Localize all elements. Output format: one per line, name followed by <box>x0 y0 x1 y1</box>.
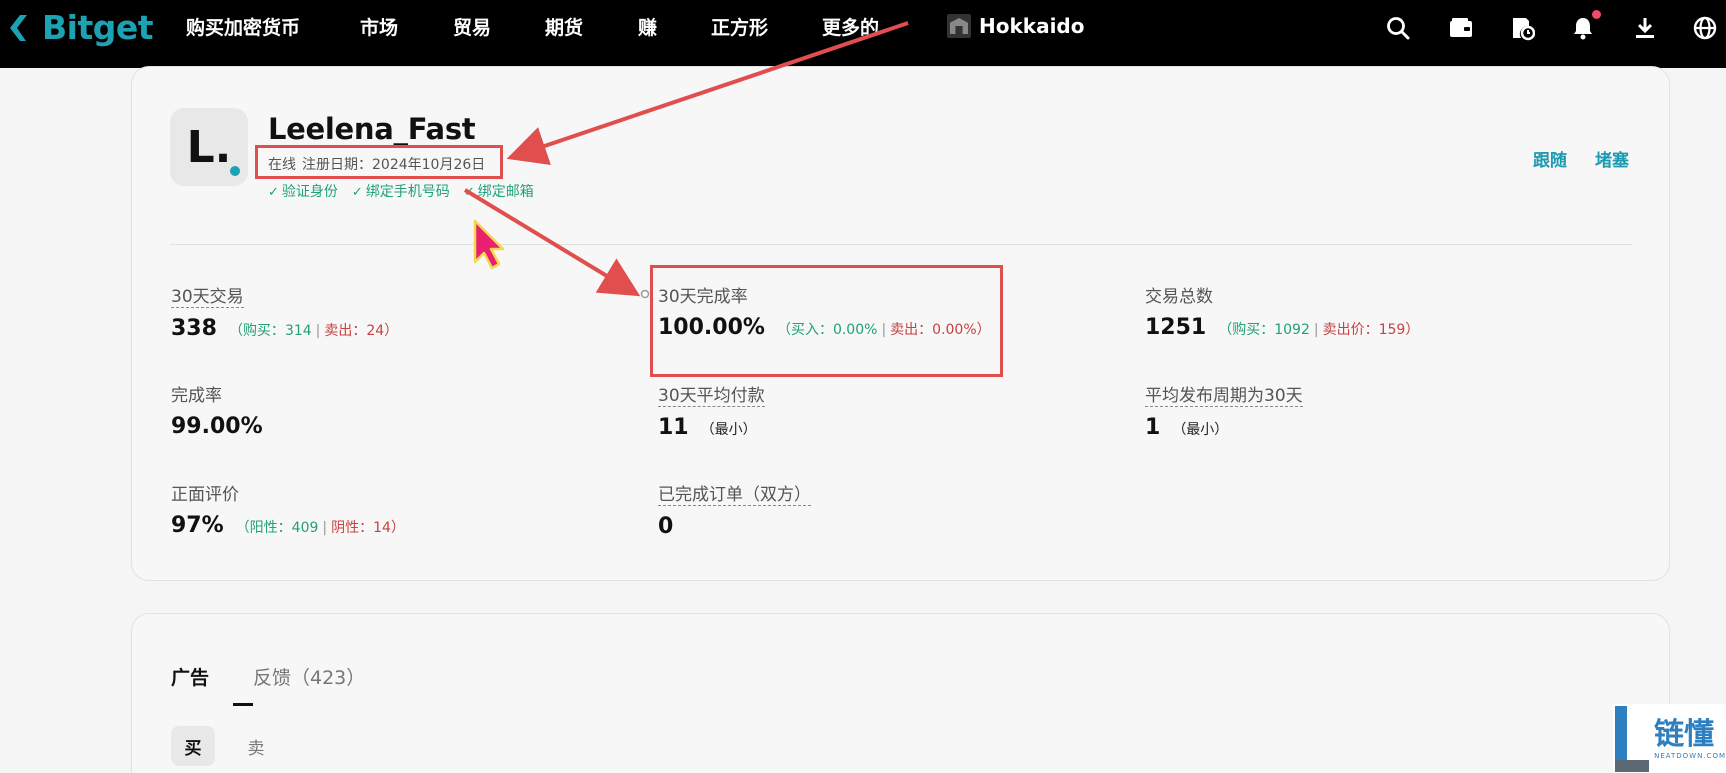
stat-value: 99.00% <box>171 414 263 439</box>
stat-unit: （最小） <box>700 422 757 438</box>
tab-ads[interactable]: 广告 <box>171 663 209 690</box>
download-icon[interactable] <box>1631 14 1659 42</box>
stat-label[interactable]: 已完成订单（双方） <box>658 485 811 506</box>
stat-avg-release-30d: 平均发布周期为30天 1 （最小） <box>1145 386 1303 440</box>
stat-breakdown: （购买：1092 | 卖出价：159） <box>1218 322 1420 338</box>
stat-value: 338 <box>171 316 217 341</box>
stat-breakdown: （阳性：409 | 阴性：14） <box>235 520 405 536</box>
ads-feedback-card <box>131 613 1670 773</box>
nav-item-markets[interactable]: 市场 <box>360 15 398 41</box>
profile-avatar-icon <box>947 14 971 38</box>
stat-30d-trades: 30天交易 338 （购买：314 | 卖出：24） <box>171 287 398 341</box>
sell-filter-button[interactable]: 卖 <box>234 726 278 766</box>
notification-badge <box>1592 10 1601 19</box>
stat-total-trades: 交易总数 1251 （购买：1092 | 卖出价：159） <box>1145 287 1419 340</box>
block-button[interactable]: 堵塞 <box>1595 146 1629 171</box>
nav-item-square[interactable]: 正方形 <box>711 15 768 41</box>
nav-item-earn[interactable]: 赚 <box>638 15 657 41</box>
neatdown-watermark: 链懂 NEATDOWN.COM <box>1613 704 1726 773</box>
watermark-subtext: NEATDOWN.COM <box>1654 751 1726 760</box>
stat-label: 30天完成率 <box>658 287 748 307</box>
watermark-text: 链懂 <box>1654 716 1715 752</box>
nav-item-trade[interactable]: 贸易 <box>453 15 491 41</box>
stat-breakdown: （买入：0.00% | 卖出：0.00%） <box>776 322 991 338</box>
stat-positive-rating: 正面评价 97% （阳性：409 | 阴性：14） <box>171 485 405 538</box>
buy-filter-button[interactable]: 买 <box>171 726 215 766</box>
nav-profile-name: Hokkaido <box>979 14 1085 38</box>
stat-completed-orders-both: 已完成订单（双方） 0 <box>658 485 811 539</box>
wallet-icon[interactable] <box>1447 14 1475 42</box>
stat-label[interactable]: 30天平均付款 <box>658 386 765 407</box>
stat-label: 完成率 <box>171 386 222 406</box>
nav-item-futures[interactable]: 期货 <box>545 15 583 41</box>
watermark-logo-icon <box>1615 705 1649 772</box>
orders-icon[interactable] <box>1508 14 1536 42</box>
stat-value: 100.00% <box>658 315 765 340</box>
stat-30d-completion-rate: 30天完成率 100.00% （买入：0.00% | 卖出：0.00%） <box>658 287 991 340</box>
stat-value: 0 <box>658 514 674 539</box>
stat-value: 97% <box>171 513 224 538</box>
stat-label: 正面评价 <box>171 485 239 505</box>
stat-value: 11 <box>658 415 689 440</box>
nav-item-more[interactable]: 更多的 <box>822 15 879 41</box>
notification-bell-icon[interactable] <box>1569 10 1601 42</box>
verification-identity-label: 验证身份 <box>281 184 338 200</box>
check-icon: ✓ <box>268 185 279 200</box>
tab-feedback[interactable]: 反馈（423） <box>253 663 365 690</box>
verification-phone: ✓ 绑定手机号码 <box>352 181 450 201</box>
stat-label[interactable]: 30天交易 <box>171 287 244 308</box>
verification-badges: ✓ 验证身份 ✓ 绑定手机号码 ✓ 绑定邮箱 <box>268 181 534 201</box>
check-icon: ✓ <box>463 185 475 200</box>
verification-identity: ✓ 验证身份 <box>268 181 338 201</box>
top-navigation-bar: Bitget 购买加密货币 市场 贸易 期货 赚 正方形 更多的 Hokkaid… <box>0 0 1726 68</box>
stat-label: 交易总数 <box>1145 287 1213 307</box>
stat-completion-rate: 完成率 99.00% <box>171 386 263 439</box>
stat-label[interactable]: 平均发布周期为30天 <box>1145 386 1303 407</box>
check-icon: ✓ <box>351 185 363 200</box>
verification-email: ✓ 绑定邮箱 <box>464 181 534 201</box>
avatar-letter: L. <box>186 121 232 173</box>
stat-30d-avg-payment: 30天平均付款 11 （最小） <box>658 386 765 440</box>
merchant-avatar: L. <box>170 108 248 186</box>
nav-item-buy-crypto[interactable]: 购买加密货币 <box>186 15 300 41</box>
stat-value: 1 <box>1145 415 1161 440</box>
profile-divider <box>170 244 1632 245</box>
registration-label: 注册日期： <box>302 157 372 173</box>
merchant-username: Leelena_Fast <box>268 112 476 146</box>
online-status-dot <box>228 164 242 178</box>
active-tab-indicator <box>233 703 253 706</box>
verification-phone-label: 绑定手机号码 <box>365 184 450 200</box>
follow-button[interactable]: 跟随 <box>1533 146 1567 171</box>
nav-profile[interactable]: Hokkaido <box>947 14 1085 38</box>
stat-value: 1251 <box>1145 315 1207 340</box>
verification-email-label: 绑定邮箱 <box>477 184 534 200</box>
logo-text: Bitget <box>42 8 154 47</box>
globe-language-icon[interactable] <box>1691 14 1719 42</box>
stat-unit: （最小） <box>1172 422 1229 438</box>
registration-line: 在线 注册日期：2024年10月26日 <box>268 154 485 174</box>
stat-breakdown: （购买：314 | 卖出：24） <box>228 323 399 339</box>
registration-date: 2024年10月26日 <box>372 157 486 173</box>
online-status-text: 在线 <box>268 157 296 173</box>
bitget-logo[interactable]: Bitget <box>6 8 154 47</box>
bitget-logo-icon <box>10 14 27 41</box>
search-icon[interactable] <box>1384 14 1412 42</box>
